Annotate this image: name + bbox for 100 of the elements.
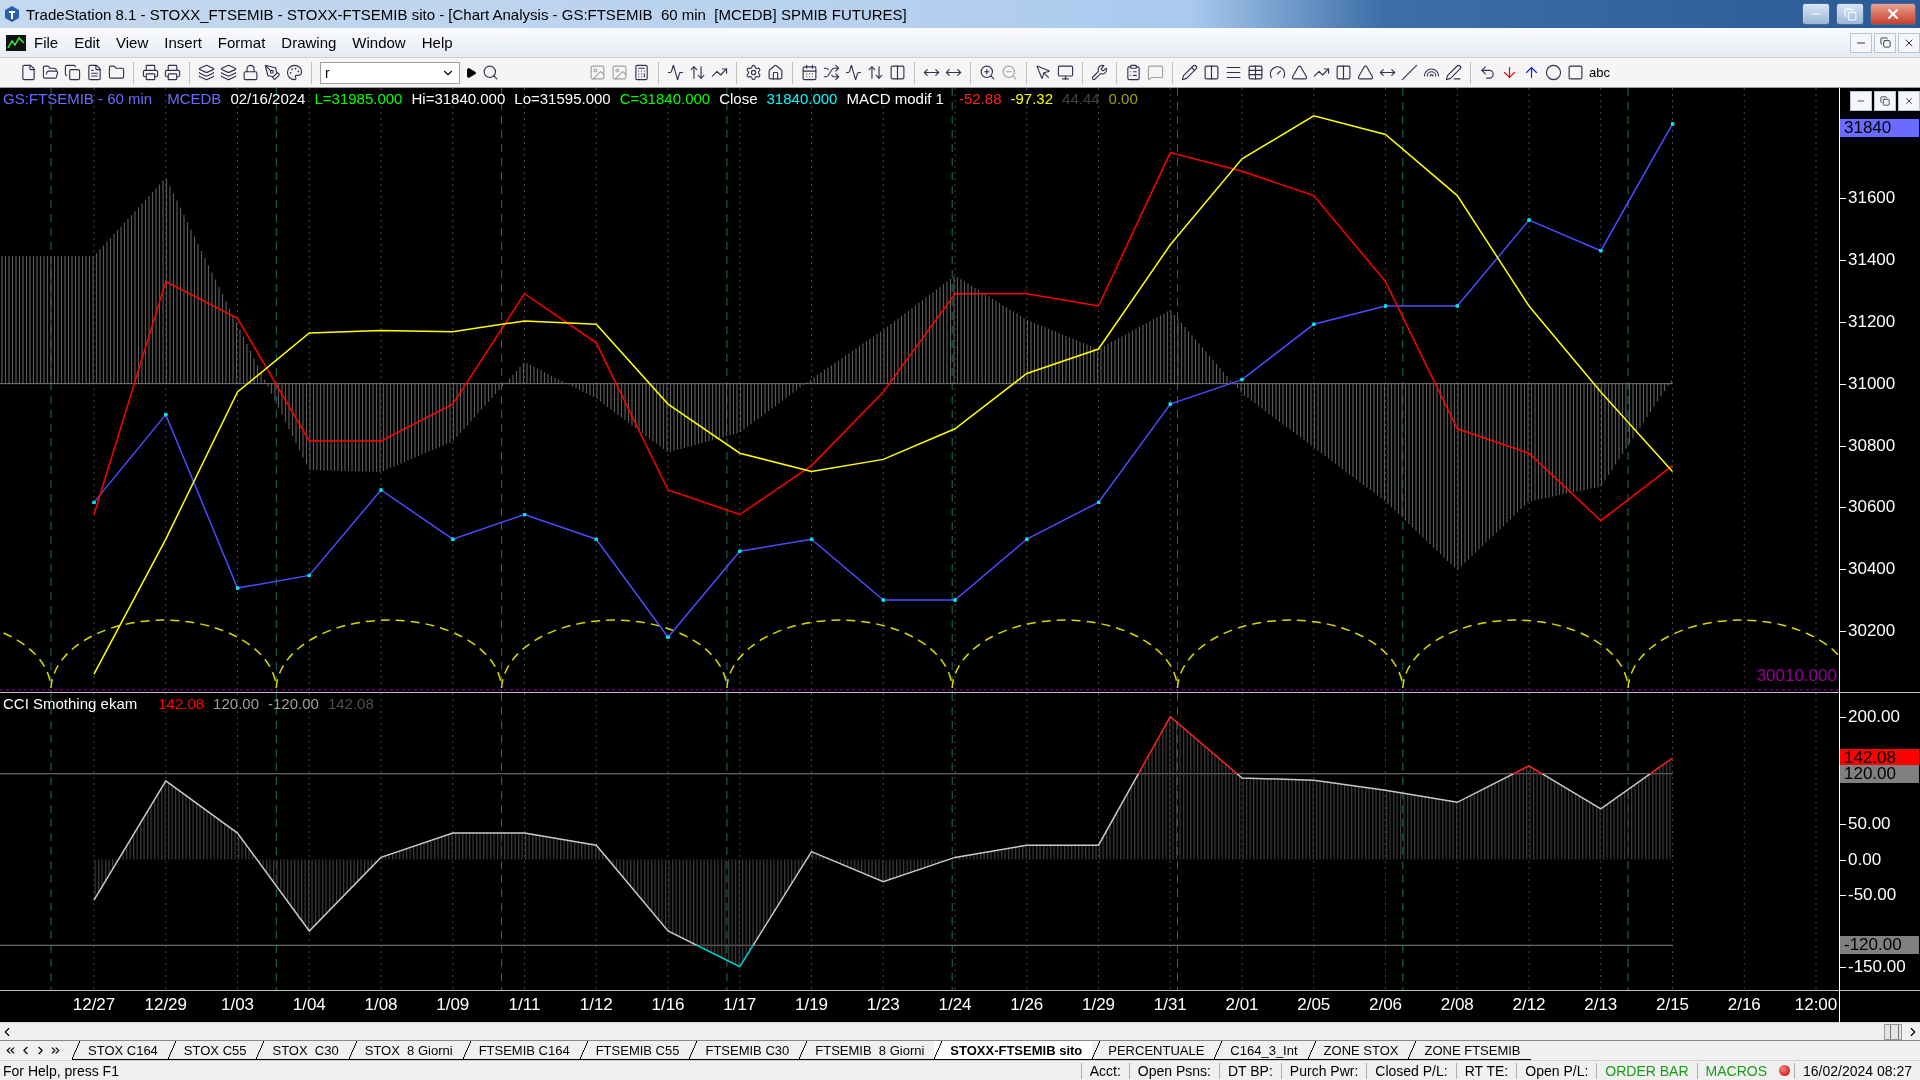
minimize-button[interactable] <box>1850 32 1872 53</box>
status-field: Open P/L: <box>1516 1062 1597 1079</box>
menu-item[interactable]: File <box>26 34 67 51</box>
pulse-icon[interactable] <box>845 64 862 81</box>
sheet-tab[interactable]: PERCENTUALE <box>1092 1041 1215 1060</box>
text-tool[interactable]: abc <box>1589 65 1610 80</box>
date-label: 2/05 <box>1297 995 1331 1015</box>
square-icon[interactable] <box>1567 64 1584 81</box>
close-button[interactable] <box>1870 3 1916 25</box>
date-label: 1/26 <box>1010 995 1044 1015</box>
copy-icon[interactable] <box>64 64 81 81</box>
document-icon[interactable] <box>86 64 103 81</box>
layers-icon[interactable] <box>198 64 215 81</box>
sheet-tab[interactable]: STOX C30 <box>256 1041 349 1060</box>
legend-text: -52.88 <box>958 90 1002 107</box>
sheet-tab[interactable]: STOX C55 <box>167 1041 257 1060</box>
menu-item[interactable]: Insert <box>156 34 210 51</box>
legend-text: Lo=31595.000 <box>514 90 611 107</box>
printer-icon[interactable] <box>142 64 159 81</box>
menu-item[interactable]: Drawing <box>273 34 345 51</box>
calculator-icon[interactable] <box>633 64 650 81</box>
calendar-icon[interactable] <box>801 64 818 81</box>
shuffle-icon[interactable] <box>823 64 840 81</box>
legend-text: MACD modif 1 <box>846 90 944 107</box>
axis-label: -150.00 <box>1840 956 1906 977</box>
wrench-icon[interactable] <box>1091 64 1108 81</box>
triangle-icon[interactable] <box>1357 64 1374 81</box>
up-down-arrows-icon[interactable] <box>689 64 706 81</box>
layers-icon[interactable] <box>220 64 237 81</box>
pen-icon[interactable] <box>264 64 281 81</box>
sheet-tab[interactable]: FTSEMIB C30 <box>689 1041 800 1060</box>
restore-button[interactable] <box>1874 32 1896 53</box>
new-file-icon[interactable] <box>20 64 37 81</box>
legend-text: Close <box>719 90 758 107</box>
date-label: 1/03 <box>220 995 255 1015</box>
maximize-button[interactable] <box>1836 3 1864 25</box>
menu-item[interactable]: Format <box>209 34 274 51</box>
close-icon <box>1904 96 1914 106</box>
first-tab-icon[interactable] <box>4 1044 17 1057</box>
axis-label: 30400 <box>1840 559 1896 580</box>
axis-label: -50.00 <box>1840 885 1897 906</box>
pencil-icon[interactable] <box>1181 64 1198 81</box>
legend-text: 0.00 <box>1108 90 1138 107</box>
columns-icon[interactable] <box>1335 64 1352 81</box>
gauge-icon[interactable] <box>1269 64 1286 81</box>
restore-button[interactable] <box>1874 91 1896 111</box>
pointer-icon[interactable] <box>1035 64 1052 81</box>
date-label: 2/13 <box>1584 995 1618 1015</box>
triangle-icon[interactable] <box>1291 64 1308 81</box>
scroll-thumb[interactable] <box>1884 1023 1902 1040</box>
sheet-tab[interactable]: STOX 8 Giorni <box>348 1041 463 1060</box>
slash-icon[interactable] <box>1401 64 1418 81</box>
level-label: 30010.000 <box>1756 665 1837 686</box>
table-icon[interactable] <box>1247 64 1264 81</box>
circle-icon[interactable] <box>1545 64 1562 81</box>
axis-label: 31200 <box>1840 311 1896 332</box>
symbol-field[interactable]: r <box>320 61 460 84</box>
legend-text: 142.08 <box>327 695 374 712</box>
monitor-icon[interactable] <box>1057 64 1074 81</box>
curve-arrow-icon[interactable] <box>1479 64 1496 81</box>
sheet-tab[interactable]: ZONE STOX <box>1307 1041 1409 1060</box>
settings-icon[interactable] <box>745 64 762 81</box>
menu-item[interactable]: Window <box>344 34 414 51</box>
axis-label: 200.00 <box>1840 706 1900 727</box>
minimize-button[interactable] <box>1802 3 1830 25</box>
sheet-tab[interactable]: STOXX-FTSEMIB sito <box>934 1041 1093 1060</box>
date-label: 2/06 <box>1368 995 1403 1015</box>
status-field: RT TE: <box>1455 1062 1517 1079</box>
clipboard-icon[interactable] <box>1125 64 1142 81</box>
palette-icon[interactable] <box>286 64 303 81</box>
sheet-tab[interactable]: FTSEMIB 8 Giorni <box>799 1041 935 1060</box>
search-icon[interactable] <box>482 64 499 81</box>
status-field: Purch Pwr: <box>1280 1062 1367 1079</box>
menu-item[interactable]: View <box>108 34 157 51</box>
up-down-arrows-icon[interactable] <box>867 64 884 81</box>
menu-item[interactable]: Help <box>413 34 461 51</box>
folder-icon[interactable] <box>108 64 125 81</box>
last-tab-icon[interactable] <box>49 1044 62 1057</box>
sheet-tab[interactable]: C164_3_Int <box>1214 1041 1308 1060</box>
sheet-tab[interactable]: FTSEMIB C164 <box>462 1041 580 1060</box>
horizontal-lines-icon[interactable] <box>1225 64 1242 81</box>
sheet-tab[interactable]: FTSEMIB C55 <box>579 1041 690 1060</box>
pen-line-icon[interactable] <box>1445 64 1462 81</box>
sheet-tab[interactable]: ZONE FTSEMIB <box>1408 1041 1531 1060</box>
menu-item[interactable]: Edit <box>66 34 109 51</box>
wave-icon[interactable] <box>667 64 684 81</box>
value-marker: -120.00 <box>1840 936 1919 955</box>
open-folder-icon[interactable] <box>42 64 59 81</box>
zoom-in-icon[interactable] <box>979 64 996 81</box>
play-icon[interactable] <box>465 66 477 79</box>
legend-text: L=31985.000 <box>314 90 403 107</box>
columns-icon[interactable] <box>1203 64 1220 81</box>
sheet-tab[interactable]: STOX C164 <box>72 1041 168 1060</box>
house-icon[interactable] <box>767 64 784 81</box>
status-field: Open Psns: <box>1128 1062 1219 1079</box>
close-button[interactable] <box>1898 32 1920 53</box>
lock-icon[interactable] <box>242 64 259 81</box>
columns-icon[interactable] <box>889 64 906 81</box>
printer-icon[interactable] <box>164 64 181 81</box>
window-title: TradeStation 8.1 - STOXX_FTSEMIB - STOXX-FTSEMIB sito - [Chart Analysis - GS:FTSEMIB 60 min [MCEDB] SPMIB FUTURES] <box>26 5 908 23</box>
